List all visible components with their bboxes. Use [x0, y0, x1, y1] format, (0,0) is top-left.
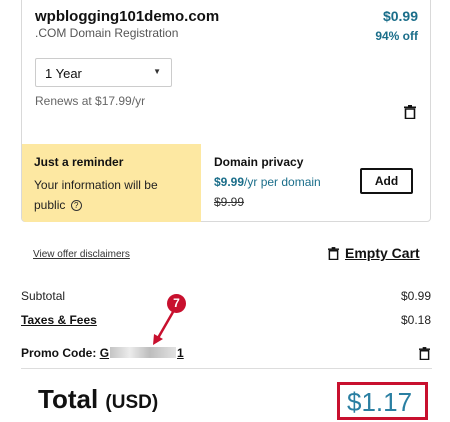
- cart-item-card: wpblogging101demo.com .COM Domain Regist…: [21, 0, 431, 222]
- trash-icon: [328, 247, 339, 261]
- reminder-title: Just a reminder: [34, 155, 124, 169]
- promo-code-value[interactable]: G1: [100, 346, 184, 360]
- annotation-arrow-icon: [153, 311, 175, 345]
- divider: [21, 368, 432, 369]
- reminder-text-body: Your information will be public: [34, 178, 158, 212]
- subtotal-value: $0.99: [400, 289, 431, 303]
- total-currency: (USD): [105, 392, 159, 413]
- privacy-price-amount: $9.99: [214, 175, 245, 189]
- trash-icon[interactable]: [419, 347, 430, 360]
- trash-icon[interactable]: [404, 105, 416, 119]
- total-highlight-box: $1.17: [337, 382, 428, 420]
- privacy-price: $9.99/yr per domain: [214, 175, 321, 189]
- privacy-reminder: Just a reminder Your information will be…: [22, 144, 201, 222]
- add-privacy-button[interactable]: Add: [360, 168, 413, 194]
- renewal-note: Renews at $17.99/yr: [35, 94, 146, 108]
- total-label: Total (USD): [38, 384, 158, 415]
- chevron-down-icon: ▼: [153, 67, 161, 76]
- total-value: $1.17: [347, 387, 413, 417]
- taxes-fees-value: $0.18: [400, 313, 431, 327]
- subtotal-label: Subtotal: [21, 289, 66, 303]
- domain-type: .COM Domain Registration: [35, 26, 179, 40]
- promo-code-label: Promo Code:: [21, 346, 97, 360]
- term-select[interactable]: 1 Year ▼: [35, 58, 172, 87]
- privacy-old-price: $9.99: [214, 195, 245, 209]
- privacy-title: Domain privacy: [214, 155, 304, 169]
- domain-name: wpblogging101demo.com: [35, 8, 220, 25]
- promo-code-prefix: G: [99, 346, 110, 360]
- promo-code-suffix: 1: [177, 346, 184, 360]
- offer-disclaimers-link[interactable]: View offer disclaimers: [33, 249, 130, 260]
- help-icon[interactable]: ?: [70, 200, 82, 212]
- privacy-price-suffix: /yr per domain: [244, 175, 321, 189]
- reminder-text: Your information will be public ?: [34, 175, 184, 215]
- taxes-fees-link[interactable]: Taxes & Fees: [21, 313, 97, 327]
- total-label-text: Total: [38, 384, 99, 414]
- redacted-blur: [110, 347, 177, 358]
- empty-cart-link[interactable]: Empty Cart: [328, 245, 420, 261]
- term-select-value: 1 Year: [45, 66, 82, 81]
- promo-code-row: Promo Code: G1: [21, 346, 184, 360]
- item-price: $0.99: [382, 8, 418, 24]
- empty-cart-label: Empty Cart: [345, 245, 420, 261]
- item-discount: 94% off: [375, 29, 418, 43]
